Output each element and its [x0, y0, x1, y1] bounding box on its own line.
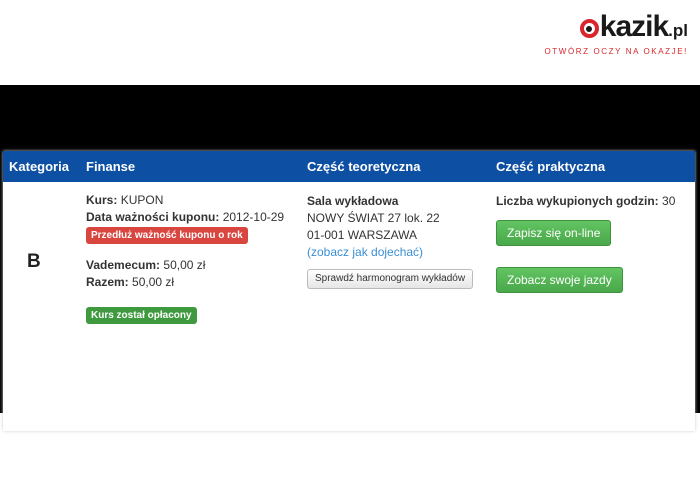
validity-label: Data ważności kuponu: — [86, 210, 220, 224]
hours-label: Liczba wykupionych godzin: — [496, 194, 659, 208]
theory-cell: Sala wykładowa NOWY ŚWIAT 27 lok. 22 01-… — [307, 193, 474, 289]
logo-tagline: OTWÓRZ OCZY NA OKAZJE! — [544, 47, 688, 56]
address-line-2: 01-001 WARSZAWA — [307, 228, 418, 242]
header-theory: Część teoretyczna — [307, 159, 421, 174]
course-label: Kurs: — [86, 193, 118, 207]
vademecum-row: Vademecum: 50,00 zł — [86, 257, 284, 274]
validity-value: 2012-10-29 — [222, 210, 285, 224]
extend-coupon-button[interactable]: Przedłuż ważność kuponu o rok — [86, 227, 248, 244]
hall-title: Sala wykładowa — [307, 194, 399, 208]
view-rides-button[interactable]: Zobacz swoje jazdy — [496, 267, 623, 293]
course-table: Kategoria Finanse Część teoretyczna Częś… — [3, 151, 695, 431]
total-value: 50,00 zł — [132, 275, 175, 289]
header-category: Kategoria — [9, 159, 69, 174]
course-value: KUPON — [120, 193, 164, 207]
hours-value: 30 — [662, 194, 676, 208]
signup-online-button[interactable]: Zapisz się on-line — [496, 220, 612, 246]
logo-word: kazik — [599, 10, 669, 43]
logo-wordmark: kazik.pl — [544, 12, 688, 46]
schedule-button[interactable]: Sprawdź harmonogram wykładów — [307, 269, 474, 289]
directions-link[interactable]: (zobacz jak dojechać) — [307, 244, 473, 261]
category-value: B — [27, 251, 41, 272]
practice-cell: Liczba wykupionych godzin: 30 Zapisz się… — [496, 193, 691, 303]
validity-row: Data ważności kuponu: 2012-10-29 — [86, 209, 284, 226]
address-line-1: NOWY ŚWIAT 27 lok. 22 — [307, 211, 440, 225]
paid-status-badge: Kurs został opłacony — [86, 307, 197, 324]
total-label: Razem: — [86, 275, 129, 289]
okazik-logo: kazik.pl OTWÓRZ OCZY NA OKAZJE! — [544, 12, 688, 57]
header-finance: Finanse — [86, 159, 136, 174]
vademecum-label: Vademecum: — [86, 258, 161, 272]
header-practice: Część praktyczna — [496, 159, 606, 174]
table-header: Kategoria Finanse Część teoretyczna Częś… — [3, 151, 695, 182]
eye-icon — [579, 19, 599, 38]
vademecum-value: 50,00 zł — [163, 258, 206, 272]
finance-cell: Kurs: KUPON Data ważności kuponu: 2012-1… — [86, 192, 284, 324]
logo-suffix: .pl — [668, 21, 688, 40]
total-row: Razem: 50,00 zł — [86, 274, 284, 291]
hours-row: Liczba wykupionych godzin: 30 — [496, 193, 691, 210]
course-row: Kurs: KUPON — [86, 192, 284, 209]
screenshot-frame: Kategoria Finanse Część teoretyczna Częś… — [0, 85, 700, 431]
